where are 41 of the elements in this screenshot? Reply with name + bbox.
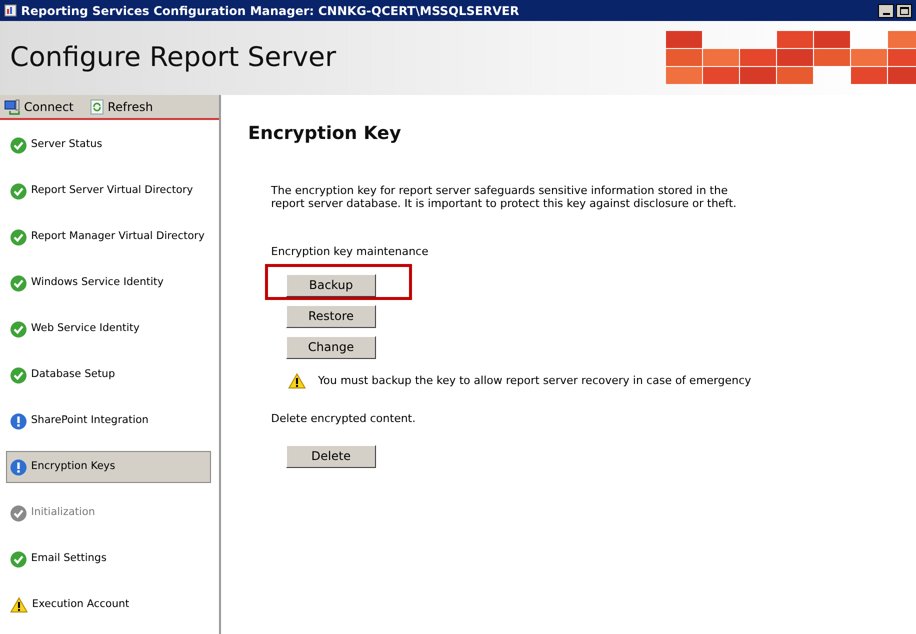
nav-item[interactable]: Report Manager Virtual Directory [6, 221, 211, 253]
action-button[interactable]: Backup [286, 274, 376, 296]
delete-label: Delete encrypted content. [271, 411, 417, 427]
nav-item[interactable]: Windows Service Identity [6, 267, 211, 299]
maintenance-label: Encryption key maintenance [271, 244, 430, 260]
exclamation-icon [10, 458, 27, 476]
nav-item[interactable]: Database Setup [6, 359, 211, 391]
check-icon [10, 228, 27, 246]
nav-item[interactable]: Email Settings [6, 543, 211, 575]
nav-item[interactable]: Report Server Virtual Directory [6, 175, 211, 207]
description-text: The encryption key for report server safeguards sensitive information stored in the report server database. It is important to protect this key against disclosure or theft. [271, 184, 738, 210]
nav-item[interactable]: Web Service Identity [6, 313, 211, 345]
delete-button[interactable]: Delete [286, 444, 376, 468]
refresh-icon [90, 98, 104, 114]
check-icon [10, 550, 27, 568]
app-icon [4, 4, 17, 17]
check-icon [10, 320, 27, 338]
check-icon [10, 182, 27, 200]
nav-item[interactable]: Server Status [6, 129, 211, 161]
nav-item[interactable]: Encryption Keys [6, 451, 211, 483]
computer-icon [4, 98, 20, 114]
action-button[interactable]: Restore [286, 304, 376, 328]
check-icon [10, 136, 27, 154]
check-icon [10, 366, 27, 384]
exclamation-icon [10, 412, 27, 430]
check-icon [10, 504, 27, 522]
page-heading: Encryption Key [248, 122, 402, 146]
maximize-button[interactable] [896, 4, 912, 18]
warning-icon [10, 597, 28, 613]
toolbar-button[interactable]: Connect [4, 98, 74, 116]
banner-title: Configure Report Server [10, 40, 336, 75]
minimize-button[interactable] [878, 4, 894, 18]
nav-item[interactable]: SharePoint Integration [6, 405, 211, 437]
warning-icon [288, 372, 306, 389]
toolbar-button[interactable]: Refresh [90, 98, 153, 116]
window-title: Reporting Services Configuration Manager: CNNKG-QCERT\MSSQLSERVER [21, 2, 520, 20]
nav-item[interactable]: Initialization [6, 497, 211, 529]
warning-text: You must backup the key to allow report server recovery in case of emergency [318, 372, 752, 388]
nav-item[interactable]: Execution Account [6, 589, 211, 621]
check-icon [10, 274, 27, 292]
action-button[interactable]: Change [286, 336, 376, 358]
